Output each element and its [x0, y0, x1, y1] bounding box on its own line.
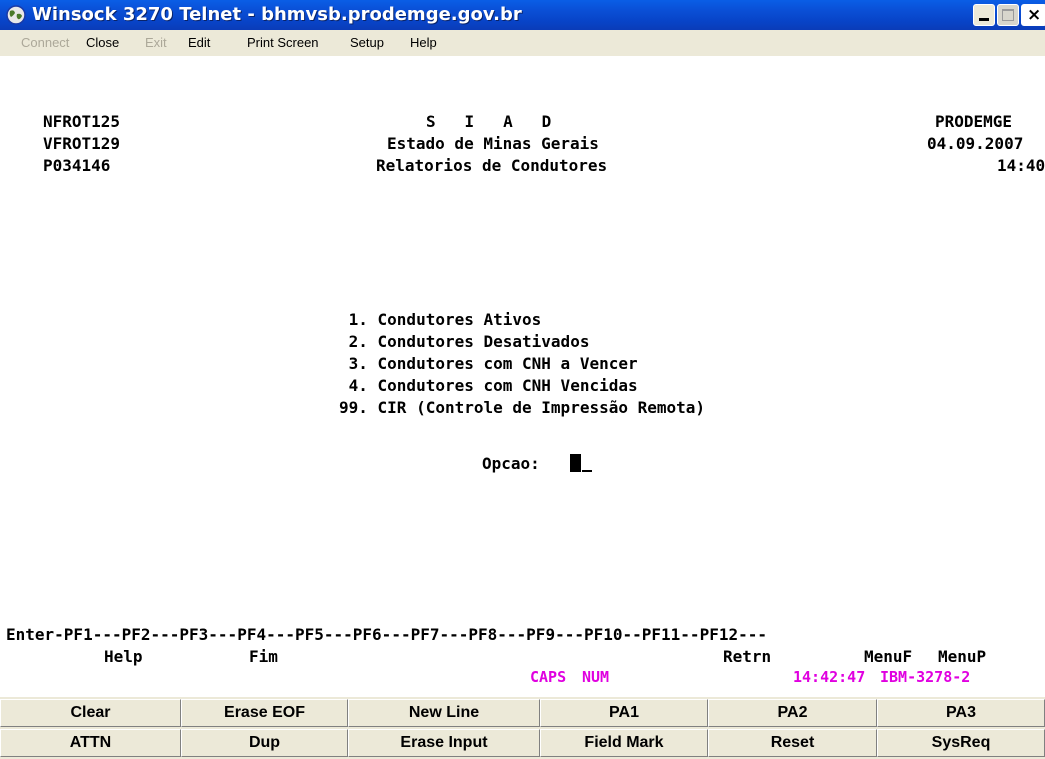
sysreq-key[interactable]: SysReq	[877, 729, 1045, 757]
screen-title: Relatorios de Condutores	[376, 156, 608, 175]
terminal-screen[interactable]: NFROT125 VFROT129 P034146 S I A D Estado…	[0, 56, 1045, 686]
menu-close[interactable]: Close	[86, 35, 119, 51]
option-input-field[interactable]	[570, 454, 581, 472]
menu-exit[interactable]: Exit	[145, 35, 167, 51]
erase-input-key[interactable]: Erase Input	[348, 729, 540, 757]
pf1-label: Help	[104, 647, 143, 666]
maximize-button[interactable]	[997, 4, 1019, 26]
field-mark-key[interactable]: Field Mark	[540, 729, 708, 757]
menu-option-1: 1. Condutores Ativos	[339, 310, 542, 329]
erase-eof-key[interactable]: Erase EOF	[181, 699, 348, 727]
menu-bar: Connect Close Exit Edit Print Screen Set…	[0, 30, 1045, 57]
window-title: Winsock 3270 Telnet - bhmvsb.prodemge.go…	[32, 4, 522, 25]
num-indicator: NUM	[582, 668, 610, 686]
system-name: S I A D	[426, 112, 552, 131]
status-time: 14:42:47	[793, 668, 866, 686]
close-button[interactable]: ×	[1021, 4, 1045, 26]
program-id-1: NFROT125	[43, 112, 121, 131]
reset-key[interactable]: Reset	[708, 729, 877, 757]
pf-keys-line: Enter-PF1---PF2---PF3---PF4---PF5---PF6-…	[6, 625, 767, 644]
pf9-label: Retrn	[723, 647, 772, 666]
dup-key[interactable]: Dup	[181, 729, 348, 757]
pf12-label: MenuP	[938, 647, 987, 666]
menu-edit[interactable]: Edit	[188, 35, 210, 51]
pa3-key[interactable]: PA3	[877, 699, 1045, 727]
pf11-label: MenuF	[864, 647, 913, 666]
keypad-panel: Clear Erase EOF New Line PA1 PA2 PA3 ATT…	[0, 697, 1045, 759]
company-name: PRODEMGE	[935, 112, 1013, 131]
cursor-underscore	[582, 470, 592, 472]
option-prompt-label: Opcao:	[482, 454, 540, 473]
pa1-key[interactable]: PA1	[540, 699, 708, 727]
caps-indicator: CAPS	[530, 668, 567, 686]
program-id-2: VFROT129	[43, 134, 121, 153]
new-line-key[interactable]: New Line	[348, 699, 540, 727]
clear-key[interactable]: Clear	[0, 699, 181, 727]
title-bar[interactable]: Winsock 3270 Telnet - bhmvsb.prodemge.go…	[0, 0, 1045, 30]
current-time: 14:40	[997, 156, 1045, 175]
current-date: 04.09.2007	[927, 134, 1024, 153]
user-id: P034146	[43, 156, 111, 175]
state-name: Estado de Minas Gerais	[387, 134, 599, 153]
pa2-key[interactable]: PA2	[708, 699, 877, 727]
pf3-label: Fim	[249, 647, 278, 666]
terminal-type: IBM-3278-2	[880, 668, 971, 686]
attn-key[interactable]: ATTN	[0, 729, 181, 757]
menu-print-screen[interactable]: Print Screen	[247, 35, 319, 51]
menu-setup[interactable]: Setup	[350, 35, 384, 51]
minimize-button[interactable]	[973, 4, 995, 26]
menu-option-2: 2. Condutores Desativados	[339, 332, 590, 351]
menu-option-99: 99. CIR (Controle de Impressão Remota)	[339, 398, 706, 417]
close-icon: ×	[1027, 5, 1042, 25]
menu-help[interactable]: Help	[410, 35, 437, 51]
menu-connect[interactable]: Connect	[21, 35, 69, 51]
globe-icon	[6, 5, 26, 25]
menu-option-3: 3. Condutores com CNH a Vencer	[339, 354, 638, 373]
menu-option-4: 4. Condutores com CNH Vencidas	[339, 376, 638, 395]
